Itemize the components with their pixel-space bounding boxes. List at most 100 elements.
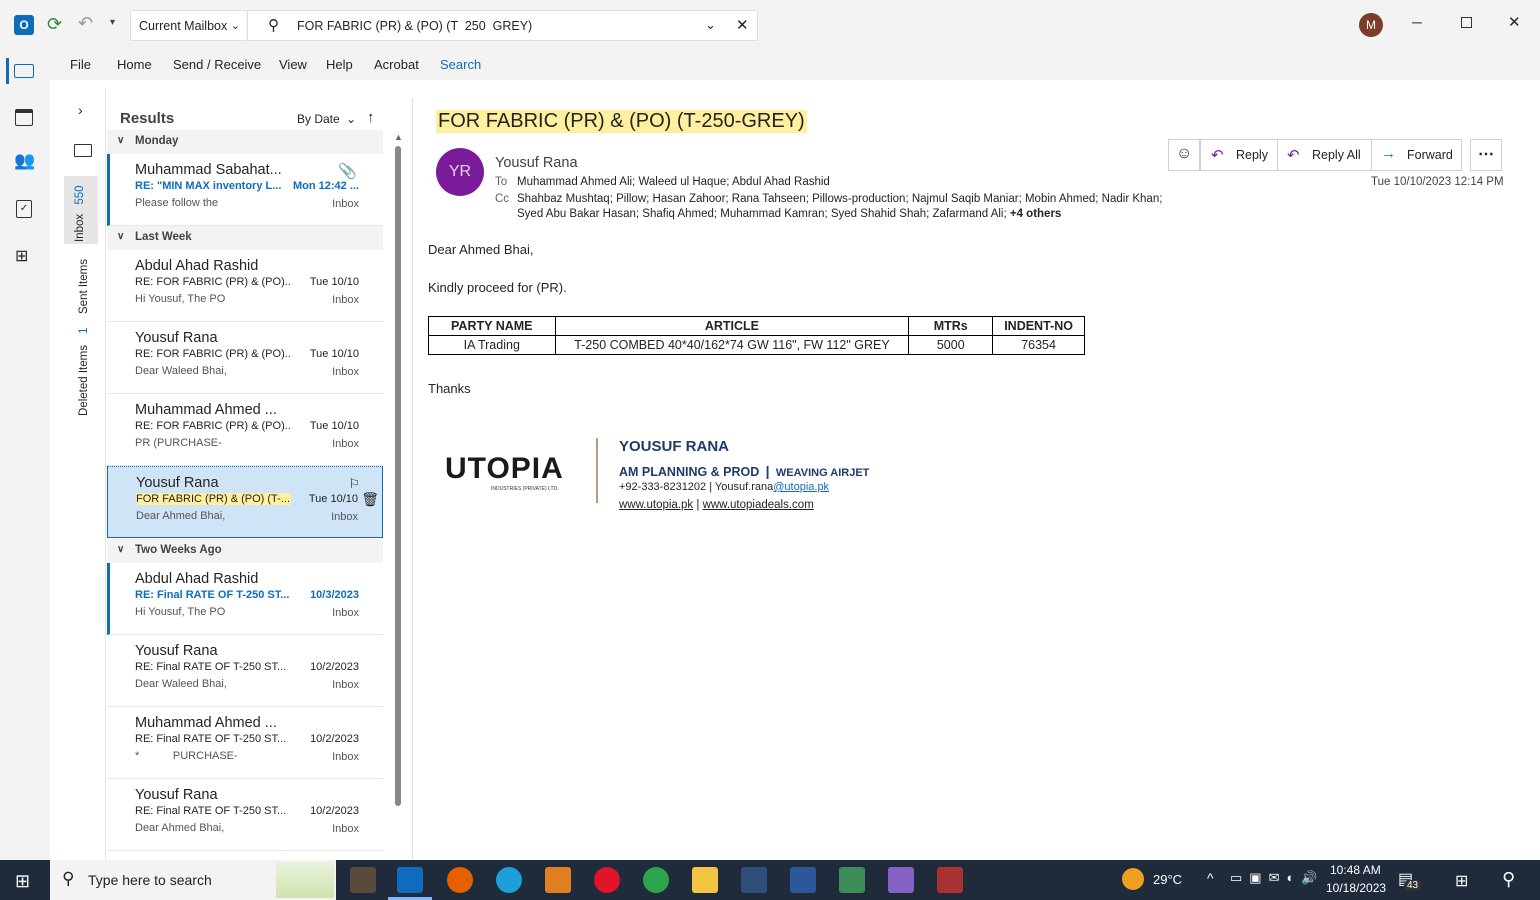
cc-more-link[interactable]: +4 others: [1010, 208, 1061, 220]
signature-name: YOUSUF RANA: [619, 438, 730, 455]
quick-access-dropdown-icon[interactable]: ▾: [110, 17, 115, 28]
group-header-monday[interactable]: ∨ Monday: [107, 130, 383, 154]
app-icon[interactable]: [741, 867, 767, 893]
clear-search-icon[interactable]: ✕: [736, 16, 749, 34]
outlook-taskbar-icon[interactable]: [397, 867, 423, 893]
close-window-icon[interactable]: ✕: [1508, 13, 1521, 31]
calendar-icon[interactable]: [15, 109, 33, 126]
search-input[interactable]: FOR FABRIC (PR) & (PO) (T 250 GREY): [297, 19, 532, 33]
start-button-icon[interactable]: ⊞: [15, 871, 30, 892]
app-window-icon[interactable]: [839, 867, 865, 893]
list-item[interactable]: Abdul Ahad Rashid RE: FOR FABRIC (PR) & …: [107, 250, 383, 322]
message-date: Tue 10/10: [309, 276, 359, 288]
tab-help[interactable]: Help: [326, 57, 353, 72]
tasks-icon[interactable]: ✓: [16, 200, 32, 218]
archive-icon[interactable]: [937, 867, 963, 893]
message-folder: Inbox: [332, 366, 359, 378]
list-scrollbar[interactable]: ▲: [392, 132, 404, 860]
signature-sites: www.utopia.pk | www.utopiadeals.com: [619, 499, 814, 511]
list-item[interactable]: Yousuf Rana RE: Final RATE OF T-250 ST..…: [107, 779, 383, 851]
utopia-app-icon[interactable]: [350, 867, 376, 893]
tab-home[interactable]: Home: [117, 57, 152, 72]
minimize-icon[interactable]: ─: [1412, 14, 1422, 30]
message-sender: Muhammad Ahmed ...: [135, 715, 277, 731]
list-item[interactable]: Muhammad Ahmed ... RE: Final RATE OF T-2…: [107, 707, 383, 779]
new-mail-icon[interactable]: [74, 144, 92, 157]
cc-recipients-line2[interactable]: Syed Abu Bakar Hasan; Shafiq Ahmed; Muha…: [517, 208, 1061, 220]
scrollbar-thumb[interactable]: [395, 146, 401, 806]
more-actions-button[interactable]: ⋯: [1470, 139, 1502, 171]
reply-button[interactable]: ↶ Reply: [1200, 139, 1278, 171]
account-avatar[interactable]: M: [1359, 13, 1383, 37]
taskbar-search-input[interactable]: Type here to search: [88, 872, 212, 888]
folder-inbox[interactable]: Inbox 550: [64, 176, 98, 244]
expand-folder-pane-icon[interactable]: ›: [78, 102, 83, 118]
more-icon: ⋯: [1478, 146, 1494, 163]
sender-name[interactable]: Yousuf Rana: [495, 155, 578, 171]
tab-acrobat[interactable]: Acrobat: [374, 57, 419, 72]
forward-icon: →: [1381, 145, 1396, 162]
sync-icon[interactable]: ⟳: [47, 14, 62, 35]
task-view-icon[interactable]: ⊞: [1455, 871, 1468, 891]
tab-file[interactable]: File: [70, 57, 91, 72]
group-header-last-week[interactable]: ∨ Last Week: [107, 226, 383, 250]
mail-icon[interactable]: [14, 64, 34, 78]
scroll-up-icon[interactable]: ▲: [394, 132, 403, 142]
list-item[interactable]: Yousuf Rana RE: FOR FABRIC (PR) & (PO)..…: [107, 322, 383, 394]
signature-site-link[interactable]: www.utopiadeals.com: [703, 499, 814, 511]
edge-icon[interactable]: [496, 867, 522, 893]
weather-temp[interactable]: 29°C: [1153, 872, 1182, 887]
to-recipients[interactable]: Muhammad Ahmed Ali; Waleed ul Haque; Abd…: [517, 176, 830, 188]
apps-icon[interactable]: ⊞: [15, 246, 28, 266]
list-item-selected[interactable]: Yousuf Rana ⚐ FOR FABRIC (PR) & (PO) (T-…: [107, 466, 383, 538]
signature-site-link[interactable]: www.utopia.pk: [619, 499, 693, 511]
folder-sent-items[interactable]: Sent Items: [78, 259, 90, 314]
message-sender: Muhammad Ahmed ...: [135, 402, 277, 418]
search-options-chevron-icon[interactable]: ⌄: [705, 17, 716, 33]
weather-icon[interactable]: [1122, 868, 1144, 890]
sort-direction-icon[interactable]: ↑: [367, 109, 375, 126]
message-preview: Hi Yousuf, The PO: [135, 293, 226, 305]
list-item[interactable]: Yousuf Rana RE: Final RATE OF T-250 ST..…: [107, 635, 383, 707]
people-icon[interactable]: 👥: [14, 151, 35, 171]
reply-all-button[interactable]: ↶ Reply All: [1277, 139, 1372, 171]
list-item[interactable]: Muhammad Ahmed ... RE: FOR FABRIC (PR) &…: [107, 394, 383, 466]
search-box[interactable]: ⚲ FOR FABRIC (PR) & (PO) (T 250 GREY) ⌄ …: [247, 10, 758, 41]
maximize-icon[interactable]: [1461, 17, 1472, 28]
delete-icon[interactable]: 🗑: [361, 491, 379, 508]
opera-icon[interactable]: [594, 867, 620, 893]
tab-view[interactable]: View: [279, 57, 307, 72]
visual-studio-icon[interactable]: [888, 867, 914, 893]
signature-email-link[interactable]: @utopia.pk: [773, 481, 829, 493]
tab-send-receive[interactable]: Send / Receive: [173, 57, 261, 72]
reply-all-label: Reply All: [1312, 148, 1361, 162]
ribbon-tabs: File Home Send / Receive View Help Acrob…: [0, 50, 1540, 80]
word-icon[interactable]: [790, 867, 816, 893]
list-item[interactable]: Abdul Ahad Rashid RE: Final RATE OF T-25…: [107, 563, 383, 635]
sort-by-date-button[interactable]: By Date ⌄: [297, 112, 356, 126]
firefox-icon[interactable]: [447, 867, 473, 893]
list-item[interactable]: Muhammad Sabahat... 📎 RE: "MIN MAX inven…: [107, 154, 383, 226]
tray-icons[interactable]: ▭▣✉◐🔊: [1230, 870, 1325, 886]
folder-deleted-items[interactable]: Deleted Items 1: [78, 327, 90, 416]
file-explorer-icon[interactable]: [692, 867, 718, 893]
taskbar-search-icon[interactable]: ⚲: [1502, 869, 1515, 890]
taskbar-search[interactable]: ⚲ Type here to search: [50, 860, 336, 900]
clock-date[interactable]: 10/18/2023: [1326, 881, 1386, 895]
show-hidden-icons-icon[interactable]: ^: [1207, 870, 1214, 886]
flag-icon[interactable]: ⚐: [348, 476, 360, 492]
message-preview: Hi Yousuf, The PO: [135, 606, 226, 618]
group-header-two-weeks-ago[interactable]: ∨ Two Weeks Ago: [107, 539, 383, 563]
mailbox-scope-select[interactable]: Current Mailbox ⌄: [130, 10, 246, 41]
cc-recipients-line1[interactable]: Shahbaz Mushtaq; Pillow; Hasan Zahoor; R…: [517, 193, 1162, 205]
react-button[interactable]: ☺: [1168, 139, 1200, 171]
signature-phone: +92-333-8231202 | Yousuf.rana: [619, 481, 774, 493]
signature-divider: [596, 438, 598, 503]
clock-time[interactable]: 10:48 AM: [1330, 863, 1381, 877]
chrome-icon[interactable]: [643, 867, 669, 893]
forward-button[interactable]: → Forward: [1371, 139, 1462, 171]
tab-search[interactable]: Search: [440, 57, 481, 72]
message-date: Tue 10/10: [309, 420, 359, 432]
undo-icon[interactable]: ↶: [78, 13, 93, 34]
skype-icon[interactable]: [545, 867, 571, 893]
